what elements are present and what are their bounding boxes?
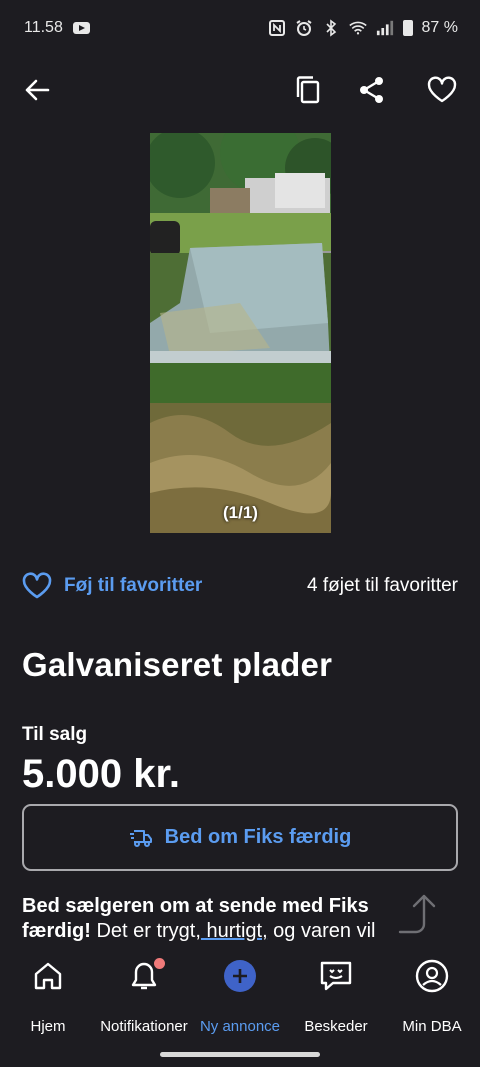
fiks-description-text-1: Det er trygt, — [90, 920, 201, 942]
listing-price: 5.000 kr. — [22, 752, 180, 796]
arrow-up-curve-icon — [398, 894, 436, 934]
profile-icon — [415, 956, 449, 996]
fiks-faerdig-button[interactable]: Bed om Fiks færdig — [22, 804, 458, 871]
bluetooth-icon — [322, 19, 340, 37]
favorites-row: Føj til favoritter 4 føjet til favoritte… — [22, 566, 458, 606]
nav-label-ny-annonce: Ny annonce — [199, 1018, 281, 1035]
share-button[interactable] — [352, 70, 392, 110]
listing-title: Galvaniseret plader — [22, 646, 333, 683]
notification-badge — [154, 958, 165, 969]
status-bar: 11.58 87 % — [0, 0, 480, 56]
nav-label-beskeder: Beskeder — [304, 1018, 368, 1035]
arrow-left-icon — [25, 79, 50, 101]
youtube-icon — [72, 22, 90, 34]
bottom-navigation: Hjem Notifikationer Ny annonce Beskeder … — [0, 942, 480, 1067]
nfc-icon — [268, 19, 286, 37]
nav-item-ny-annonce[interactable]: Ny annonce — [192, 956, 288, 1035]
nav-item-notifikationer[interactable]: Notifikationer — [96, 956, 192, 1035]
fiks-description-link[interactable]: hurtigt, — [201, 920, 267, 942]
message-icon — [319, 956, 353, 996]
fiks-faerdig-label: Bed om Fiks færdig — [164, 826, 352, 848]
app-bar — [0, 60, 480, 120]
status-right: 87 % — [268, 19, 458, 37]
sale-type: Til salg — [22, 724, 88, 745]
battery-percent: 87 % — [421, 19, 458, 36]
add-to-favorites-button[interactable]: Føj til favoritter — [22, 572, 202, 600]
wifi-icon — [348, 19, 367, 37]
home-icon — [32, 956, 64, 996]
favorite-button[interactable] — [422, 70, 462, 110]
fiks-description: Bed sælgeren om at sende med Fiks færdig… — [22, 894, 402, 942]
nav-label-hjem: Hjem — [30, 1018, 66, 1035]
add-icon — [223, 956, 257, 996]
alarm-icon — [295, 19, 313, 37]
battery-icon — [402, 20, 413, 36]
delivery-truck-icon — [129, 829, 152, 847]
favorites-count: 4 føjet til favoritter — [307, 575, 458, 596]
heart-icon — [427, 76, 457, 103]
scroll-to-top-button[interactable] — [398, 890, 442, 938]
bell-icon — [129, 956, 165, 996]
status-left: 11.58 — [24, 19, 90, 37]
nav-label-min-dba: Min DBA — [402, 1018, 462, 1035]
galvanized-sheet-photo — [150, 133, 331, 533]
photo-counter: (1/1) — [223, 503, 258, 522]
signal-icon — [376, 19, 394, 37]
gesture-bar — [160, 1052, 320, 1057]
nav-item-hjem[interactable]: Hjem — [0, 956, 96, 1035]
share-icon — [360, 77, 383, 103]
fiks-description-text-2: og varen vil — [267, 920, 376, 942]
status-time: 11.58 — [24, 19, 63, 36]
add-to-favorites-label: Føj til favoritter — [64, 575, 203, 596]
heart-outline-icon — [22, 572, 52, 599]
back-button[interactable] — [17, 70, 57, 110]
copy-button[interactable] — [288, 70, 328, 110]
copy-icon — [296, 76, 320, 104]
listing-photo[interactable]: (1/1) — [150, 133, 331, 533]
nav-item-beskeder[interactable]: Beskeder — [288, 956, 384, 1035]
nav-label-notifikationer: Notifikationer — [100, 1018, 188, 1035]
nav-item-min-dba[interactable]: Min DBA — [384, 956, 480, 1035]
